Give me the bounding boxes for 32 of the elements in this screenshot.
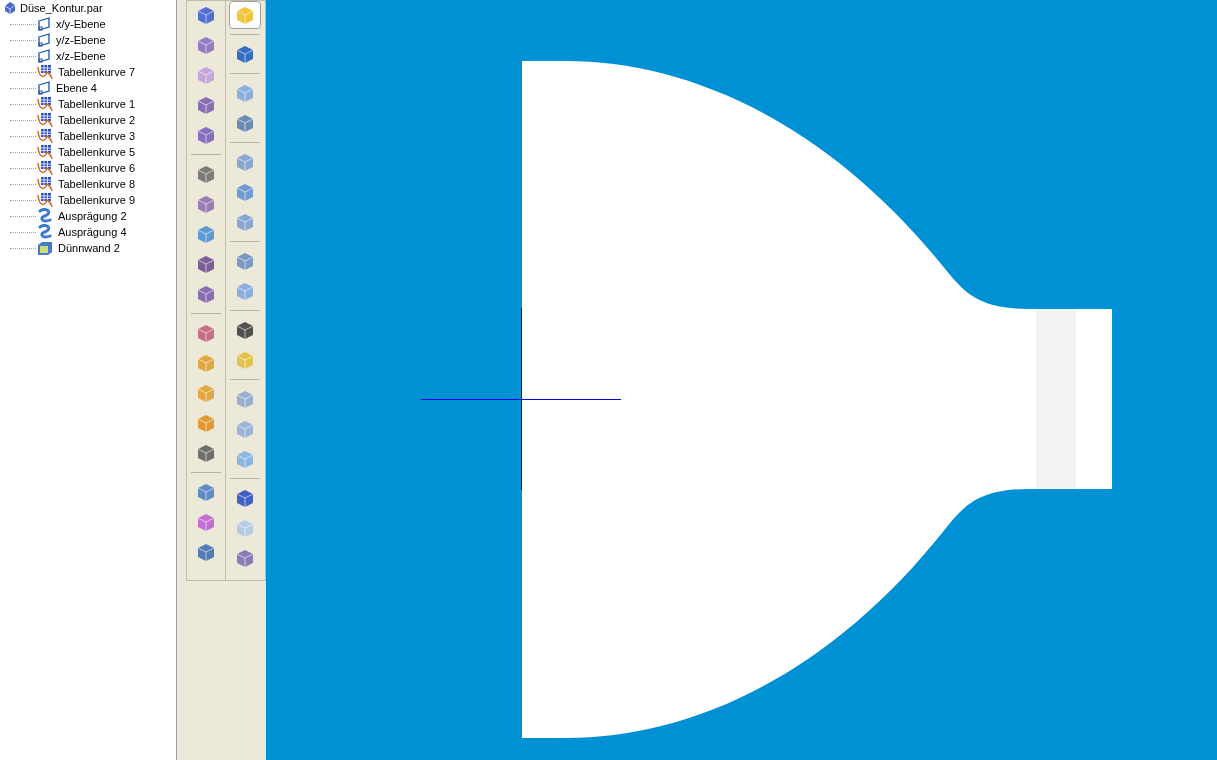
table-curve-icon — [36, 128, 54, 144]
table-curve-icon — [36, 64, 54, 80]
tree-item[interactable]: Tabellenkurve 2 — [36, 111, 136, 129]
tree-item[interactable]: y/z-Ebene — [36, 31, 106, 49]
tree-item[interactable]: x/y-Ebene — [36, 15, 106, 33]
table-curve-icon — [36, 160, 54, 176]
swept-shape-icon — [36, 208, 54, 224]
swept-shape-icon — [36, 224, 54, 240]
table-curve-icon — [36, 176, 54, 192]
tree-item[interactable]: x/z-Ebene — [36, 47, 106, 65]
plane-icon — [36, 32, 52, 48]
part-icon — [3, 1, 17, 15]
tree-item[interactable]: Tabellenkurve 6 — [36, 159, 136, 177]
tree-item[interactable]: Ausprägung 2 — [36, 207, 127, 225]
tree-item[interactable]: Düse_Kontur.par — [0, 0, 176, 16]
plane-icon — [36, 16, 52, 32]
tree-item[interactable]: Dünnwand 2 — [36, 239, 120, 257]
plane-icon — [36, 80, 52, 96]
tree-item[interactable]: Tabellenkurve 7 — [36, 63, 136, 81]
tree-item[interactable]: Ebene 4 — [36, 79, 97, 97]
tree-item[interactable]: Tabellenkurve 9 — [36, 191, 136, 209]
tree-item[interactable]: Tabellenkurve 5 — [36, 143, 136, 161]
table-curve-icon — [36, 192, 54, 208]
hollow-box-icon — [36, 240, 54, 256]
table-curve-icon — [36, 96, 54, 112]
tree-item[interactable]: Ausprägung 4 — [36, 223, 127, 241]
tree-item[interactable]: Tabellenkurve 8 — [36, 175, 136, 193]
table-curve-icon — [36, 112, 54, 128]
plane-icon — [36, 48, 52, 64]
tree-item[interactable]: Tabellenkurve 3 — [36, 127, 136, 145]
tree-item[interactable]: Tabellenkurve 1 — [36, 95, 136, 113]
table-curve-icon — [36, 144, 54, 160]
